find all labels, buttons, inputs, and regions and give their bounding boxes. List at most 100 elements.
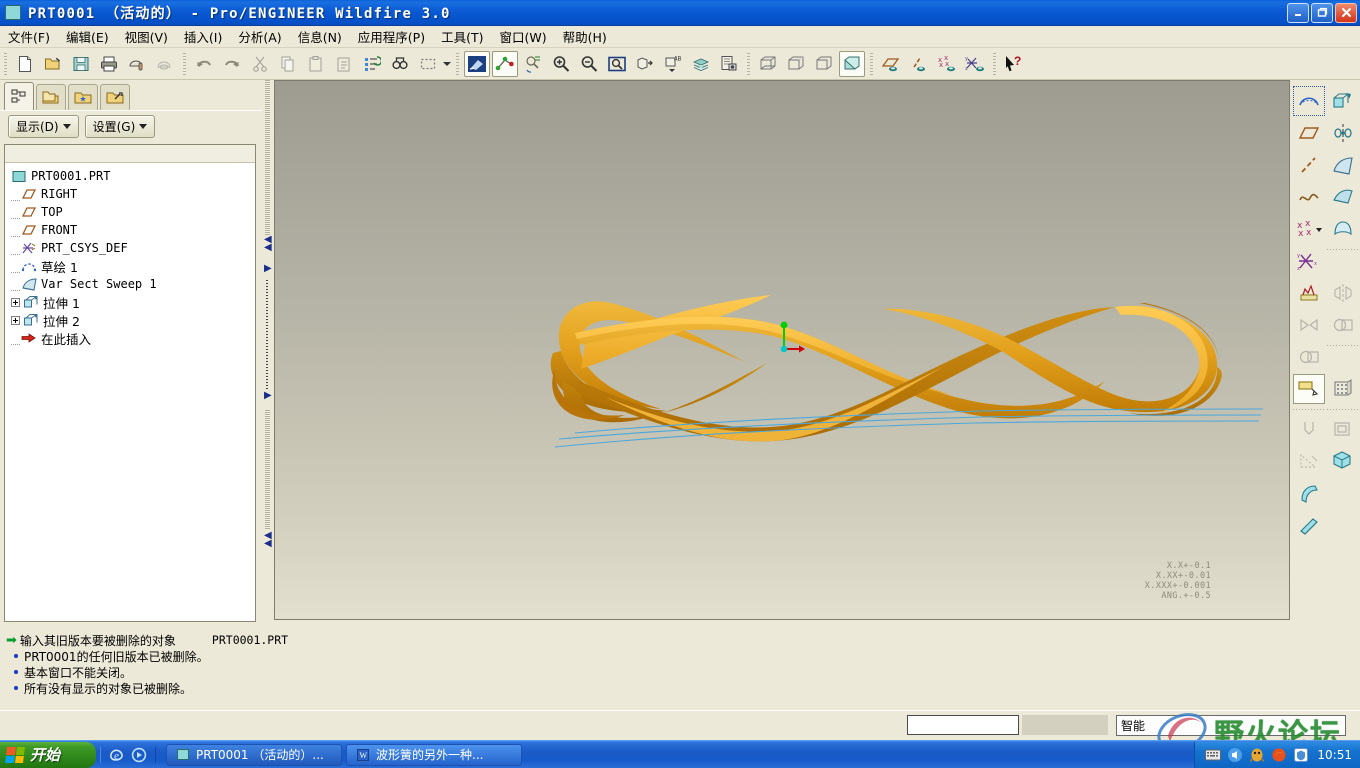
shaded-icon[interactable] — [839, 50, 865, 77]
menu-file[interactable]: 文件(F) — [0, 25, 58, 48]
tree-node-insert-here[interactable]: 在此插入 — [11, 329, 255, 347]
shield-icon[interactable] — [1293, 747, 1309, 763]
taskbar-item-document[interactable]: W 波形簧的另外一种... — [346, 743, 522, 766]
favorites-tab[interactable] — [68, 84, 98, 110]
taskbar-item-proe[interactable]: PRT0001 （活动的）... — [166, 743, 342, 766]
datum-axis-tool-icon[interactable] — [1293, 150, 1325, 180]
maximize-button[interactable] — [1311, 2, 1333, 23]
view-manager-icon[interactable] — [716, 51, 742, 77]
splitter-grip-top[interactable] — [265, 80, 270, 235]
round-tool-icon[interactable] — [1293, 478, 1325, 508]
ime-bar[interactable]: 智能 — [1116, 715, 1346, 736]
sweep-tool-icon[interactable] — [1327, 150, 1359, 180]
refit-icon[interactable] — [604, 51, 630, 77]
datum-csys-icon[interactable]: yz — [962, 51, 988, 77]
ie-icon[interactable]: e — [109, 747, 125, 763]
find-icon[interactable] — [387, 51, 413, 77]
datum-graph-icon[interactable] — [1293, 278, 1325, 308]
panel-splitter[interactable]: ◀ ◀ ▶ ▶ ◀ ◀ — [262, 80, 274, 620]
folder-browser-tab[interactable] — [36, 84, 66, 110]
start-button[interactable]: 开始 — [0, 741, 96, 768]
menu-window[interactable]: 窗口(W) — [491, 25, 554, 48]
mail-icon[interactable] — [124, 51, 150, 77]
tree-node-varsectsweep[interactable]: Var Sect Sweep 1 — [11, 275, 255, 293]
menu-applications[interactable]: 应用程序(P) — [350, 25, 433, 48]
select-box-dropdown-icon[interactable] — [442, 51, 452, 77]
toolbar-grip-4[interactable] — [747, 52, 750, 75]
model-tree-tab[interactable] — [4, 82, 34, 110]
regenerate-icon[interactable] — [359, 51, 385, 77]
connections-tab[interactable] — [100, 84, 130, 110]
print-icon[interactable] — [96, 51, 122, 77]
expand-toggle-icon[interactable] — [11, 297, 20, 307]
keyboard-icon[interactable] — [1205, 747, 1222, 763]
datum-display-icon[interactable] — [492, 50, 518, 77]
menu-insert[interactable]: 插入(I) — [176, 25, 230, 48]
undo-icon[interactable] — [191, 51, 217, 77]
expand-toggle-icon[interactable] — [11, 315, 20, 325]
help-pointer-icon[interactable]: ? — [1001, 51, 1027, 77]
minimize-button[interactable] — [1287, 2, 1309, 23]
layers-icon[interactable] — [688, 51, 714, 77]
saved-views-icon[interactable]: AB — [660, 51, 686, 77]
tree-node-front[interactable]: FRONT — [11, 221, 255, 239]
datum-plane-icon[interactable] — [878, 51, 904, 77]
save-icon[interactable] — [68, 51, 94, 77]
curve-tool-icon[interactable] — [1293, 182, 1325, 212]
menu-view[interactable]: 视图(V) — [117, 25, 176, 48]
graphics-viewport[interactable]: X.X+-0.1 X.XX+-0.01 X.XXX+-0.001 ANG.+-0… — [274, 80, 1290, 620]
media-icon[interactable] — [131, 747, 147, 763]
blend-tool-icon[interactable] — [1327, 182, 1359, 212]
reorient-icon[interactable] — [632, 51, 658, 77]
toolbar-grip-3[interactable] — [456, 52, 459, 75]
sketch-tool-icon[interactable] — [1293, 86, 1325, 116]
layer-view-icon[interactable] — [520, 51, 546, 77]
new-file-icon[interactable] — [12, 51, 38, 77]
menu-edit[interactable]: 编辑(E) — [58, 25, 117, 48]
open-folder-icon[interactable] — [40, 51, 66, 77]
datum-csys-tool-icon[interactable]: y z x — [1293, 246, 1325, 276]
model-tree-list[interactable]: PRT0001.PRT RIGHT TOP FRONT PRT_CSYS_DEF… — [4, 144, 256, 622]
tree-node-sketch[interactable]: 草绘 1 — [11, 257, 255, 275]
expand-right-icon-2[interactable]: ▶ — [264, 391, 272, 401]
redo-icon[interactable] — [219, 51, 245, 77]
firefox-icon[interactable] — [1271, 747, 1287, 763]
style-tool-icon[interactable] — [1293, 374, 1325, 404]
show-button[interactable]: 显示(D) — [8, 115, 79, 138]
tree-node-extrude-2[interactable]: 拉伸 2 — [11, 311, 255, 329]
zoom-out-icon[interactable] — [576, 51, 602, 77]
toolbar-grip-5[interactable] — [870, 52, 873, 75]
repaint-icon[interactable] — [464, 50, 490, 77]
draft-tool-icon[interactable] — [1327, 446, 1359, 476]
settings-button[interactable]: 设置(G) — [84, 115, 156, 138]
clock[interactable]: 10:51 — [1317, 748, 1352, 762]
extrude-tool-icon[interactable] — [1327, 86, 1359, 116]
collapse-left-icon[interactable]: ◀ ◀ — [264, 235, 272, 253]
tree-node-csys[interactable]: PRT_CSYS_DEF — [11, 239, 255, 257]
toolbar-grip[interactable] — [4, 52, 7, 75]
pattern-tool-icon[interactable] — [1327, 374, 1359, 404]
datum-plane-tool-icon[interactable] — [1293, 118, 1325, 148]
tree-node-right[interactable]: RIGHT — [11, 185, 255, 203]
tree-node-extrude-1[interactable]: 拉伸 1 — [11, 293, 255, 311]
revolve-tool-icon[interactable] — [1327, 118, 1359, 148]
datum-point-tool-icon[interactable]: xxxx — [1293, 214, 1325, 244]
command-input[interactable] — [907, 715, 1019, 735]
volume-icon[interactable] — [1227, 747, 1243, 763]
datum-point-icon[interactable]: xxxx — [934, 51, 960, 77]
close-button[interactable] — [1335, 2, 1357, 23]
splitter-grip-bottom[interactable] — [265, 410, 270, 530]
menu-tools[interactable]: 工具(T) — [433, 25, 491, 48]
datum-axis-icon[interactable] — [906, 51, 932, 77]
chamfer-tool-icon[interactable] — [1293, 510, 1325, 540]
wireframe-icon[interactable] — [755, 51, 781, 77]
tree-node-top[interactable]: TOP — [11, 203, 255, 221]
expand-right-icon[interactable]: ▶ — [264, 264, 272, 274]
boundary-blend-icon[interactable] — [1327, 214, 1359, 244]
no-hidden-icon[interactable] — [811, 51, 837, 77]
qq-icon[interactable] — [1249, 747, 1265, 763]
toolbar-grip-6[interactable] — [993, 52, 996, 75]
menu-analysis[interactable]: 分析(A) — [230, 25, 289, 48]
zoom-in-icon[interactable] — [548, 51, 574, 77]
select-box-icon[interactable] — [415, 51, 441, 77]
